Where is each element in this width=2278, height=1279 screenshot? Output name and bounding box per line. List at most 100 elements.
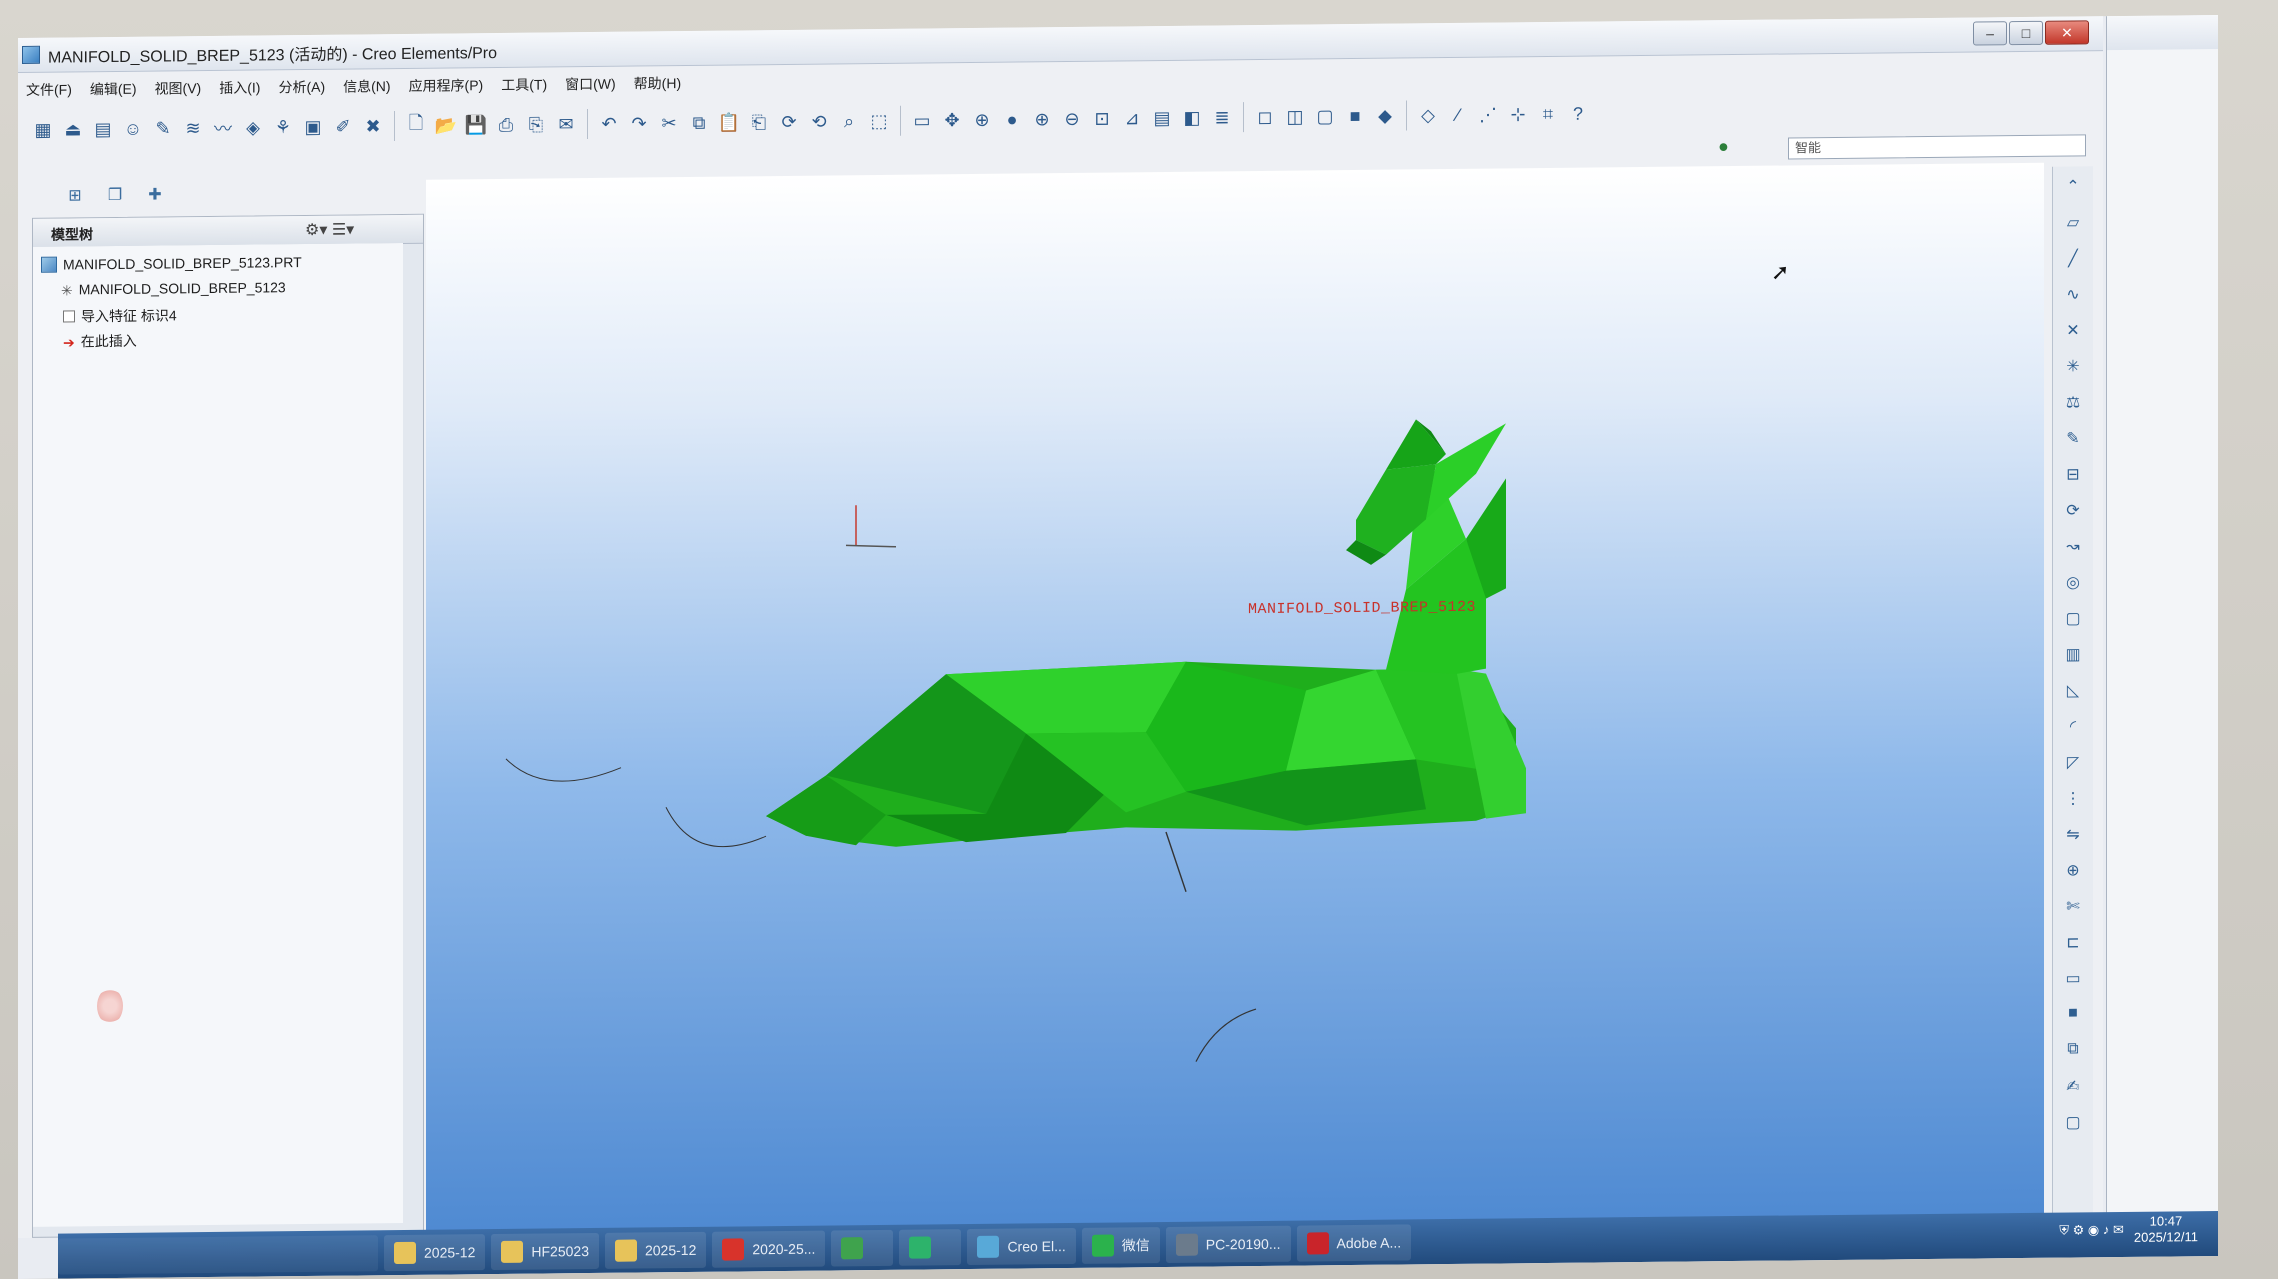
shading-icon[interactable]: ■ <box>1340 101 1370 131</box>
grid-icon[interactable]: ▤ <box>88 114 118 144</box>
undo-icon[interactable]: ↶ <box>594 109 624 139</box>
minimize-button[interactable]: – <box>1973 21 2007 46</box>
view-manager-icon[interactable]: ⊿ <box>1117 103 1147 133</box>
line-icon[interactable]: ╱ <box>2059 248 2087 272</box>
cut-icon[interactable]: ✂ <box>654 108 684 138</box>
close-button[interactable]: ✕ <box>2045 20 2089 45</box>
menu-item[interactable]: 窗口(W) <box>557 70 626 97</box>
copy-icon[interactable]: ⧉ <box>684 108 714 138</box>
layers-icon[interactable]: ≣ <box>1207 102 1237 132</box>
table-icon[interactable]: ▦ <box>28 115 58 145</box>
sketch-icon[interactable]: ✎ <box>148 113 178 143</box>
whats-this-icon[interactable]: ? <box>1563 99 1593 129</box>
clock[interactable]: 10:47 2025/12/11 <box>2134 1213 2198 1246</box>
taskbar-item-folder[interactable]: 2025-12 <box>604 1231 707 1269</box>
print-icon[interactable]: ⎙ <box>491 110 521 140</box>
shell-icon[interactable]: ▢ <box>2059 608 2087 632</box>
model-tree-tab-icon[interactable]: ⊞ <box>62 185 88 207</box>
menu-item[interactable]: 插入(I) <box>211 73 270 100</box>
redo-icon[interactable]: ↷ <box>624 108 654 138</box>
taskbar-item-creo[interactable]: Creo El... <box>967 1227 1076 1265</box>
print-preview-icon[interactable]: ⎘ <box>521 109 551 139</box>
person-icon[interactable]: ☺ <box>118 114 148 144</box>
layer-icon[interactable]: ≋ <box>178 113 208 143</box>
revolve-icon[interactable]: ⟳ <box>2059 500 2087 524</box>
tree-item-part[interactable]: MANIFOLD_SOLID_BREP_5123.PRT <box>41 254 302 273</box>
plane-icon[interactable]: ▱ <box>2059 212 2087 236</box>
menu-item[interactable]: 帮助(H) <box>626 69 691 96</box>
appearance-icon[interactable]: ◆ <box>1370 101 1400 131</box>
wrench-icon[interactable]: ✖ <box>358 111 388 141</box>
trim-icon[interactable]: ✄ <box>2059 896 2087 920</box>
tray-icons[interactable]: ⛨ ⚙ ◉ ♪ ✉ <box>2059 1222 2124 1239</box>
sketch-icon[interactable]: ✎ <box>2059 428 2087 452</box>
maximize-button[interactable]: □ <box>2009 20 2043 46</box>
annotate-icon[interactable]: ✍ <box>2059 1076 2087 1100</box>
taskbar-item-apps[interactable] <box>831 1229 894 1266</box>
shade-icon[interactable]: ● <box>997 104 1027 134</box>
save-icon[interactable]: 💾 <box>461 110 491 140</box>
menu-item[interactable]: 应用程序(P) <box>401 71 494 98</box>
zoom-out-icon[interactable]: ⊖ <box>1057 104 1087 134</box>
datum-plane-icon[interactable]: ◇ <box>1413 100 1443 130</box>
regen-manager-icon[interactable]: ⟲ <box>804 106 834 136</box>
datum-point-icon[interactable]: ⋰ <box>1473 99 1503 129</box>
menu-item[interactable]: 分析(A) <box>270 73 335 100</box>
select-box-icon[interactable]: ⬚ <box>864 106 894 136</box>
color-icon[interactable]: ◈ <box>238 112 268 142</box>
taskbar-item-folder[interactable]: 2025-12 <box>384 1233 486 1271</box>
annotation-icon[interactable]: ⌗ <box>1533 99 1563 129</box>
menu-item[interactable]: 文件(F) <box>18 75 82 102</box>
tree-item-import-feature[interactable]: 导入特征 标识4 <box>63 305 177 326</box>
datum-axis-icon[interactable]: ⁄ <box>1443 100 1473 130</box>
spin-center-icon[interactable]: ✥ <box>937 105 967 135</box>
tree-item-insert-here[interactable]: ➔ 在此插入 <box>63 331 137 352</box>
smart-filter-select[interactable]: 智能 <box>1788 134 2086 160</box>
paste-special-icon[interactable]: ⎗ <box>744 107 774 137</box>
taskbar-item-folder[interactable]: HF25023 <box>491 1232 599 1270</box>
menu-item[interactable]: 信息(N) <box>335 72 400 99</box>
frame-icon[interactable]: ▢ <box>2059 1112 2087 1136</box>
wireframe-icon[interactable]: ◻ <box>1250 102 1280 132</box>
taskbar-item-wps[interactable]: 2020-25... <box>712 1230 826 1268</box>
datum-csys-icon[interactable]: ⊹ <box>1503 99 1533 129</box>
taskbar-item-adobe[interactable]: Adobe A... <box>1296 1223 1412 1262</box>
tree-item-csys[interactable]: ✳ MANIFOLD_SOLID_BREP_5123 <box>61 279 286 298</box>
find-icon[interactable]: ⌕ <box>834 106 864 136</box>
taskbar-item-remote[interactable]: PC-20190... <box>1165 1225 1291 1263</box>
taskbar-item-wechat[interactable]: 微信 <box>1081 1226 1160 1264</box>
hidden-line-icon[interactable]: ◫ <box>1280 101 1310 131</box>
chamfer-icon[interactable]: ◸ <box>2059 752 2087 776</box>
curve-icon[interactable]: ∿ <box>2059 284 2087 308</box>
orient-icon[interactable]: ⊕ <box>967 105 997 135</box>
menu-item[interactable]: 视图(V) <box>147 74 212 101</box>
section-icon[interactable]: ◧ <box>1177 103 1207 133</box>
new-icon[interactable]: 🗋 <box>401 111 431 141</box>
round-icon[interactable]: ◜ <box>2059 716 2087 740</box>
mail-icon[interactable]: ✉ <box>551 109 581 139</box>
spline-icon[interactable]: 〰 <box>208 113 238 143</box>
zoom-in-icon[interactable]: ⊕ <box>1027 104 1057 134</box>
sweep-icon[interactable]: ↝ <box>2059 536 2087 560</box>
merge-icon[interactable]: ⊕ <box>2059 860 2087 884</box>
favorites-tab-icon[interactable]: ✚ <box>142 184 168 206</box>
analysis-icon[interactable]: ⚖ <box>2059 392 2087 416</box>
regen-icon[interactable]: ⟳ <box>774 107 804 137</box>
render-icon[interactable]: ⚘ <box>268 112 298 142</box>
pinned-apps[interactable] <box>58 1234 378 1275</box>
drawing-icon[interactable]: ⏏ <box>58 114 88 144</box>
no-hidden-icon[interactable]: ▢ <box>1310 101 1340 131</box>
saved-views-icon[interactable]: ▤ <box>1147 103 1177 133</box>
draft-icon[interactable]: ◺ <box>2059 680 2087 704</box>
paste-icon[interactable]: 📋 <box>714 107 744 137</box>
menu-item[interactable]: 编辑(E) <box>82 75 147 102</box>
pattern-icon[interactable]: ⋮ <box>2059 788 2087 812</box>
graphics-window[interactable]: MANIFOLD_SOLID_BREP_5123 ➚ <box>426 162 2044 1232</box>
repaint-icon[interactable]: ▭ <box>907 105 937 135</box>
taskbar-item-player[interactable] <box>899 1228 962 1266</box>
csys-icon[interactable]: ✳ <box>2059 356 2087 380</box>
solidify-icon[interactable]: ■ <box>2059 1004 2087 1028</box>
hole-icon[interactable]: ◎ <box>2059 572 2087 596</box>
open-icon[interactable]: 📂 <box>431 110 461 140</box>
refit-icon[interactable]: ⊡ <box>1087 103 1117 133</box>
